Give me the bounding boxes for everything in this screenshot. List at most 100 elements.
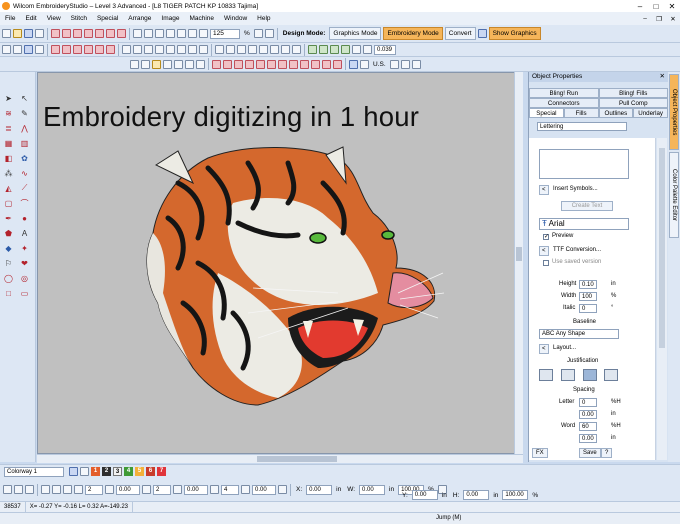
- lettering-text-area[interactable]: [539, 149, 629, 179]
- stitch-tool-icon[interactable]: [62, 29, 71, 38]
- tab-fills[interactable]: Fills: [563, 108, 599, 118]
- offset-icon[interactable]: [210, 485, 219, 494]
- offset-icon[interactable]: [105, 485, 114, 494]
- word-spacing-input[interactable]: 60: [579, 422, 597, 431]
- tab-pull-comp[interactable]: Pull Comp: [598, 98, 668, 108]
- offset-icon[interactable]: [142, 485, 151, 494]
- travel-count-2[interactable]: 2: [153, 484, 171, 495]
- baseline-select[interactable]: ABC Any Shape: [539, 329, 619, 339]
- palette-icon[interactable]: [69, 467, 78, 476]
- square-icon[interactable]: □: [2, 287, 15, 299]
- word-spacing-abs-input[interactable]: 0.00: [579, 434, 597, 443]
- doc-close-button[interactable]: ✕: [666, 15, 680, 23]
- fabric-icon[interactable]: [411, 59, 421, 69]
- menu-window[interactable]: Window: [219, 15, 252, 22]
- zoom-in-icon[interactable]: [188, 29, 197, 38]
- graphics-mode-button[interactable]: Graphics Mode: [329, 27, 382, 40]
- globe-icon[interactable]: [477, 29, 487, 38]
- group-icon[interactable]: [185, 59, 194, 69]
- ellipse-icon[interactable]: ◯: [2, 272, 15, 284]
- transform-icon[interactable]: [226, 45, 235, 54]
- ring-icon[interactable]: ◎: [18, 272, 31, 284]
- zoom-fit-icon[interactable]: [253, 29, 263, 38]
- transform-icon[interactable]: [281, 45, 290, 54]
- applique-icon[interactable]: ◧: [2, 152, 15, 164]
- travel-option-icon[interactable]: [74, 485, 83, 494]
- monogram-icon[interactable]: ◆: [2, 242, 15, 254]
- effect-icon[interactable]: [278, 59, 287, 69]
- minimize-button[interactable]: –: [632, 2, 648, 11]
- stitch-tool-icon[interactable]: [106, 29, 115, 38]
- justify-full-button[interactable]: [583, 369, 597, 381]
- column-icon[interactable]: ▥: [18, 137, 31, 149]
- doc-minimize-button[interactable]: –: [638, 15, 652, 23]
- view-tool-icon[interactable]: [73, 45, 82, 54]
- run-stitch-icon[interactable]: ≋: [2, 107, 15, 119]
- paste-icon[interactable]: [155, 29, 164, 38]
- save-button[interactable]: Save: [579, 448, 601, 458]
- show-outline-icon[interactable]: [35, 45, 44, 54]
- effect-icon[interactable]: [333, 59, 342, 69]
- offset-input-1[interactable]: 0.00: [116, 484, 140, 495]
- close-button[interactable]: ✕: [664, 2, 680, 11]
- side-tab-color-palette-editor[interactable]: Color Palette Editor: [669, 152, 679, 238]
- scroll-thumb[interactable]: [257, 456, 337, 462]
- color-swatch-5[interactable]: 5: [135, 467, 144, 476]
- menu-view[interactable]: View: [42, 15, 66, 22]
- view-tool-icon[interactable]: [62, 45, 71, 54]
- transform-icon[interactable]: [215, 45, 224, 54]
- effect-icon[interactable]: [223, 59, 232, 69]
- justify-center-button[interactable]: [561, 369, 575, 381]
- circle-icon[interactable]: ●: [18, 212, 31, 224]
- effect-icon[interactable]: [311, 59, 320, 69]
- use-saved-version-checkbox[interactable]: [543, 260, 549, 266]
- ttf-conversion-link[interactable]: TTF Conversion...: [553, 247, 601, 253]
- align-icon[interactable]: [188, 45, 197, 54]
- effect-icon[interactable]: [212, 59, 221, 69]
- open-file-icon[interactable]: [13, 29, 22, 38]
- stitch-type-icon[interactable]: [330, 45, 339, 54]
- image-icon[interactable]: [152, 59, 161, 69]
- reshape-icon[interactable]: [13, 45, 22, 54]
- italic-input[interactable]: 0: [579, 304, 597, 313]
- show-graphics-button[interactable]: Show Graphics: [488, 27, 541, 40]
- swatch-options-icon[interactable]: [80, 467, 89, 476]
- heart-icon[interactable]: ❤: [18, 257, 31, 269]
- motif-icon[interactable]: ✿: [18, 152, 31, 164]
- bezier-icon[interactable]: ⌒: [18, 197, 31, 209]
- menu-edit[interactable]: Edit: [20, 15, 41, 22]
- reshape-arrow-icon[interactable]: ↖: [18, 92, 31, 104]
- tab-underlay[interactable]: Underlay: [633, 108, 668, 118]
- travel-option-icon[interactable]: [41, 485, 50, 494]
- zigzag-icon[interactable]: ⋀: [18, 122, 31, 134]
- stitch-tool-icon[interactable]: [73, 29, 82, 38]
- letter-spacing-abs-input[interactable]: 0.00: [579, 410, 597, 419]
- menu-help[interactable]: Help: [252, 15, 275, 22]
- fx-button[interactable]: FX: [532, 448, 548, 458]
- stitch-type-icon[interactable]: [363, 45, 372, 54]
- offset-icon[interactable]: [241, 485, 250, 494]
- zoom-input[interactable]: 125: [210, 28, 240, 39]
- insert-symbols-link[interactable]: Insert Symbols...: [553, 186, 598, 192]
- stitch-type-icon[interactable]: [341, 45, 350, 54]
- maximize-button[interactable]: □: [648, 2, 664, 11]
- tab-bling-fills[interactable]: Bling! Fills: [598, 88, 668, 98]
- options-icon[interactable]: [360, 59, 369, 69]
- colorway-select[interactable]: Colorway 1: [4, 466, 64, 477]
- font-select[interactable]: Ŧ Arial: [539, 218, 629, 230]
- align-icon[interactable]: [166, 45, 175, 54]
- travel-option-icon[interactable]: [63, 485, 72, 494]
- stitch-type-icon[interactable]: [308, 45, 317, 54]
- design-canvas[interactable]: Embroidery digitizing in 1 hour: [37, 72, 515, 454]
- width-input[interactable]: 0.039: [374, 44, 396, 55]
- travel-icon[interactable]: [14, 485, 23, 494]
- team-names-icon[interactable]: ⚐: [2, 257, 15, 269]
- color-swatch-4[interactable]: 4: [124, 467, 133, 476]
- tab-outlines[interactable]: Outlines: [598, 108, 634, 118]
- grid-icon[interactable]: [130, 59, 139, 69]
- offset-icon[interactable]: [173, 485, 182, 494]
- create-text-button[interactable]: Create Text: [561, 201, 613, 211]
- cut-icon[interactable]: [133, 29, 142, 38]
- effect-icon[interactable]: [245, 59, 254, 69]
- lock-icon[interactable]: [174, 59, 183, 69]
